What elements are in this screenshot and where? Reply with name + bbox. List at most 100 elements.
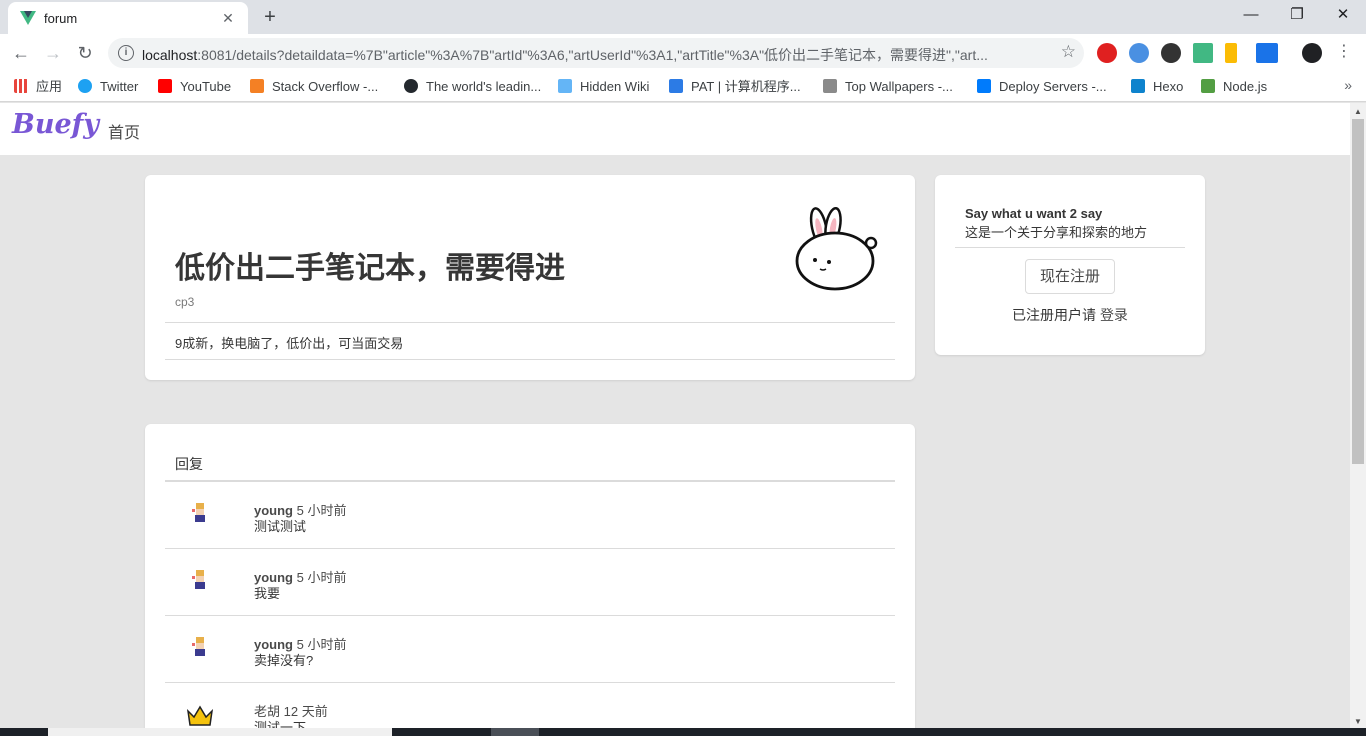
divider: [955, 247, 1185, 248]
register-button[interactable]: 现在注册: [1025, 259, 1115, 294]
reply-text: 我要: [254, 586, 281, 601]
login-link[interactable]: 登录: [1100, 307, 1128, 323]
bookmark-label: The world's leadin...: [426, 79, 542, 94]
login-prompt: 已注册用户请 登录: [935, 305, 1205, 325]
vue-devtools-icon[interactable]: [1193, 43, 1213, 63]
bookmark-label: Hexo: [1153, 79, 1184, 94]
info-icon[interactable]: i: [118, 45, 134, 61]
scroll-up-icon[interactable]: ▲: [1354, 107, 1362, 116]
replies-heading: 回复: [175, 456, 203, 472]
bookmark-label: Hidden Wiki: [580, 79, 650, 94]
bookmark-github[interactable]: The world's leadin...: [404, 78, 541, 96]
bookmark-wallpapers[interactable]: Top Wallpapers -...: [823, 78, 953, 96]
bookmark-star-icon[interactable]: ☆: [1061, 42, 1076, 62]
back-button[interactable]: ←: [8, 40, 34, 66]
url-text[interactable]: localhost:8081/details?detaildata=%7B"ar…: [142, 45, 1042, 65]
close-window-button[interactable]: ✕: [1320, 0, 1366, 30]
stackoverflow-icon: [250, 79, 264, 93]
sidebar-heading: Say what u want 2 say: [965, 206, 1103, 221]
bookmark-stackoverflow[interactable]: Stack Overflow -...: [250, 78, 378, 96]
taskbar-active-app[interactable]: [491, 728, 539, 736]
bookmark-twitter[interactable]: Twitter: [78, 78, 138, 96]
github-icon: [404, 79, 418, 93]
scrollbar-thumb[interactable]: [1352, 119, 1364, 464]
bookmark-label: PAT | 计算机程序...: [691, 79, 801, 94]
address-bar[interactable]: i localhost:8081/details?detaildata=%7B"…: [108, 38, 1084, 68]
wallpaper-icon: [823, 79, 837, 93]
apps-grid-icon: [14, 79, 28, 93]
page-icon: [558, 79, 572, 93]
article-content: 9成新，换电脑了，低价出，可当面交易: [175, 336, 404, 351]
bookmark-hexo[interactable]: Hexo: [1131, 78, 1183, 96]
nav-home-link[interactable]: 首页: [108, 119, 140, 143]
pat-icon: [669, 79, 683, 93]
vue-icon: [20, 11, 36, 25]
bookmark-label: 应用: [36, 79, 63, 94]
bookmark-nodejs[interactable]: Node.js: [1201, 78, 1267, 96]
pixel-character-avatar-icon[interactable]: [187, 500, 213, 526]
reply-item: young 5 小时前 测试测试: [165, 482, 895, 549]
site-navbar: Buefy 首页: [0, 103, 1350, 155]
brand-logo[interactable]: Buefy: [12, 109, 99, 140]
profile-avatar[interactable]: [1302, 43, 1322, 63]
url-host: localhost: [142, 47, 198, 63]
reply-item: young 5 小时前 我要: [165, 549, 895, 616]
bookmark-label: YouTube: [180, 79, 232, 94]
article-title: 低价出二手笔记本，需要得进: [175, 252, 565, 285]
bookmark-apps[interactable]: 应用: [14, 78, 62, 96]
tab-title: forum: [44, 11, 78, 26]
nodejs-icon: [1201, 79, 1215, 93]
bookmark-label: Node.js: [1223, 79, 1268, 94]
restore-button[interactable]: ❐: [1274, 0, 1320, 30]
bookmark-youtube[interactable]: YouTube: [158, 78, 231, 96]
vultr-icon: [977, 79, 991, 93]
forward-button[interactable]: →: [40, 40, 66, 66]
twitter-icon: [78, 79, 92, 93]
incognito-extension-icon[interactable]: [1161, 43, 1181, 63]
reply-time: 5 小时前: [296, 570, 347, 585]
minimize-button[interactable]: —: [1228, 0, 1274, 30]
reply-text: 测试测试: [254, 519, 307, 534]
url-path: :8081/details?detaildata=%7B"article"%3A…: [197, 47, 988, 63]
reply-item: young 5 小时前 卖掉没有?: [165, 616, 895, 683]
bookmark-vultr[interactable]: Deploy Servers -...: [977, 78, 1107, 96]
crown-avatar-icon[interactable]: [187, 703, 213, 729]
replies-card: 回复 young 5 小时前 测试测试 young 5 小时前 我要 young…: [145, 424, 915, 736]
youtube-icon: [158, 79, 172, 93]
bookmark-label: Top Wallpapers -...: [845, 79, 953, 94]
pixel-character-avatar-icon[interactable]: [187, 567, 213, 593]
divider: [165, 359, 895, 360]
new-tab-button[interactable]: +: [258, 5, 282, 29]
rabbit-avatar-icon: [795, 206, 878, 291]
close-tab-icon[interactable]: ✕: [218, 8, 238, 28]
adblock-icon[interactable]: [1097, 43, 1117, 63]
bookmark-label: Stack Overflow -...: [272, 79, 379, 94]
divider: [165, 322, 895, 323]
bookmark-label: Deploy Servers -...: [999, 79, 1107, 94]
sidebar-subtitle: 这是一个关于分享和探索的地方: [965, 225, 1148, 240]
browser-toolbar: ← → ↻ i localhost:8081/details?detaildat…: [0, 34, 1366, 72]
taskbar-search-box[interactable]: [48, 728, 392, 736]
reload-button[interactable]: ↻: [72, 40, 98, 66]
scroll-down-icon[interactable]: ▼: [1354, 717, 1362, 726]
bookmark-label: Twitter: [100, 79, 139, 94]
new-badge-extension-icon[interactable]: [1256, 43, 1278, 63]
bookmarks-bar: 应用 Twitter YouTube Stack Overflow -... T…: [0, 72, 1366, 102]
article-card: 低价出二手笔记本，需要得进 cp3 9成新，换电脑了，低价出，可当面交易: [145, 175, 915, 380]
download-extension-icon[interactable]: [1225, 43, 1237, 63]
page-scrollbar[interactable]: ▲ ▼: [1350, 103, 1366, 728]
tab-strip: forum ✕ + — ❐ ✕: [0, 0, 1366, 34]
login-prefix: 已注册用户请: [1012, 307, 1097, 323]
browser-tab[interactable]: forum ✕: [8, 2, 248, 34]
article-author: cp3: [175, 295, 195, 309]
browser-menu-icon[interactable]: ⋮: [1336, 42, 1352, 62]
more-bookmarks-icon[interactable]: »: [1344, 77, 1352, 93]
bookmark-pat[interactable]: PAT | 计算机程序...: [669, 78, 801, 96]
hexo-icon: [1131, 79, 1145, 93]
extension-icon[interactable]: [1129, 43, 1149, 63]
reply-text: 卖掉没有?: [254, 653, 314, 668]
os-taskbar: [0, 728, 1366, 736]
bookmark-hidden-wiki[interactable]: Hidden Wiki: [558, 78, 649, 96]
pixel-character-avatar-icon[interactable]: [187, 634, 213, 660]
sidebar-card: Say what u want 2 say 这是一个关于分享和探索的地方 现在注…: [935, 175, 1205, 355]
